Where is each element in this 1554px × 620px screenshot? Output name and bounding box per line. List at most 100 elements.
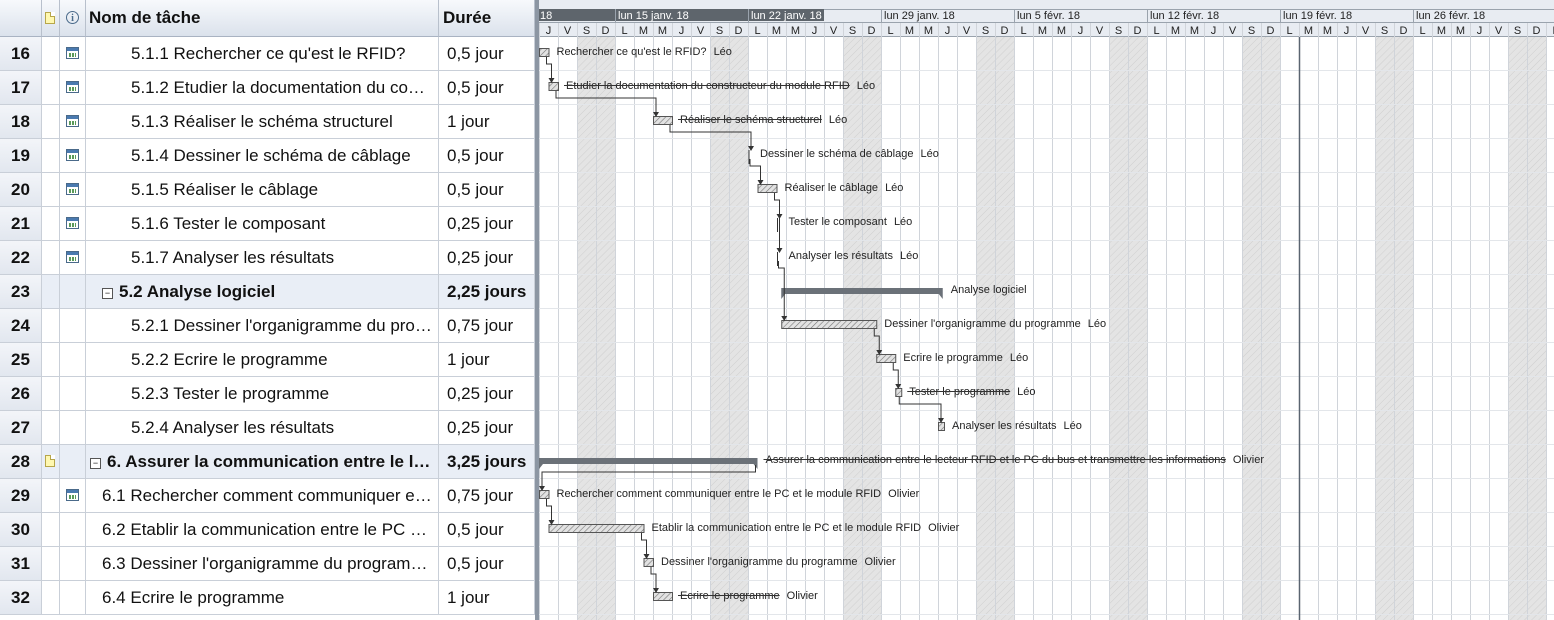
task-name-cell[interactable]: 5.1.4 Dessiner le schéma de câblage: [86, 139, 439, 172]
dependency-link: [898, 397, 942, 419]
timescale-day-label: L: [887, 25, 893, 37]
indicator-info-cell: [60, 309, 86, 342]
row-id[interactable]: 18: [0, 105, 42, 138]
indicator-note-cell: [42, 275, 60, 308]
table-row[interactable]: 17 5.1.2 Etudier la documentation du cons…: [0, 71, 535, 105]
table-row[interactable]: 25 5.2.2 Ecrire le programme 1 jour: [0, 343, 535, 377]
indicator-info-cell: [60, 547, 86, 580]
task-name-cell[interactable]: 5.2.4 Analyser les résultats: [86, 411, 439, 444]
indicator-info-cell: [60, 241, 86, 274]
table-row[interactable]: 19 5.1.4 Dessiner le schéma de câblage 0,5…: [0, 139, 535, 173]
duration-cell[interactable]: 0,5 jour: [439, 547, 535, 580]
table-row[interactable]: 26 5.2.3 Tester le programme 0,25 jour: [0, 377, 535, 411]
timescale-day-label: S: [849, 25, 856, 37]
weekend-shading: [1242, 37, 1261, 620]
duration-cell[interactable]: 0,5 jour: [439, 37, 535, 70]
column-header-duration[interactable]: Durée: [439, 0, 535, 37]
summary-bar-end-cap: [938, 294, 943, 299]
duration-cell[interactable]: 0,5 jour: [439, 173, 535, 206]
select-all-header[interactable]: [0, 0, 42, 37]
table-row[interactable]: 32 6.4 Ecrire le programme 1 jour: [0, 581, 535, 615]
task-name-wrap: 5.1.1 Rechercher ce qu'est le RFID?: [131, 37, 432, 70]
row-id[interactable]: 30: [0, 513, 42, 546]
row-id[interactable]: 16: [0, 37, 42, 70]
task-name-cell[interactable]: −5.2 Analyse logiciel: [86, 275, 439, 308]
table-row[interactable]: 20 5.1.5 Réaliser le câblage 0,5 jour: [0, 173, 535, 207]
duration-cell[interactable]: 0,75 jour: [439, 309, 535, 342]
task-name-cell[interactable]: 6.2 Etablir la communication entre le PC…: [86, 513, 439, 546]
indicator-info-cell: [60, 411, 86, 444]
table-row[interactable]: 18 5.1.3 Réaliser le schéma structurel 1 j…: [0, 105, 535, 139]
duration-cell[interactable]: 1 jour: [439, 581, 535, 614]
row-id[interactable]: 20: [0, 173, 42, 206]
indicator-info-cell: [60, 105, 86, 138]
task-name-label: 5.1.2 Etudier la documentation du constr…: [131, 78, 432, 97]
table-row[interactable]: 22 5.1.7 Analyser les résultats 0,25 jour: [0, 241, 535, 275]
task-name-cell[interactable]: 5.1.7 Analyser les résultats: [86, 241, 439, 274]
indicator-note-header[interactable]: [42, 0, 60, 37]
task-name-wrap: 6.4 Ecrire le programme: [102, 581, 432, 614]
duration-cell[interactable]: 0,25 jour: [439, 241, 535, 274]
task-name-cell[interactable]: 6.3 Dessiner l'organigramme du programme: [86, 547, 439, 580]
table-row[interactable]: 31 6.3 Dessiner l'organigramme du program…: [0, 547, 535, 581]
row-id[interactable]: 24: [0, 309, 42, 342]
duration-cell[interactable]: 0,5 jour: [439, 139, 535, 172]
table-row[interactable]: 16 5.1.1 Rechercher ce qu'est le RFID? 0,5…: [0, 37, 535, 71]
task-name-cell[interactable]: 5.2.2 Ecrire le programme: [86, 343, 439, 376]
timescale-week-label: lun 29 janv. 18: [884, 10, 955, 22]
task-name-cell[interactable]: 5.1.2 Etudier la documentation du constr…: [86, 71, 439, 104]
table-row[interactable]: 27 5.2.4 Analyser les résultats 0,25 jour: [0, 411, 535, 445]
resource-label: Léo: [829, 114, 847, 126]
column-header-task-name[interactable]: Nom de tâche: [86, 0, 439, 37]
row-id[interactable]: 32: [0, 581, 42, 614]
row-id[interactable]: 29: [0, 479, 42, 512]
task-name-wrap: −6. Assurer la communication entre le le…: [90, 445, 432, 478]
table-row[interactable]: 21 5.1.6 Tester le composant 0,25 jour: [0, 207, 535, 241]
table-row[interactable]: 29 6.1 Rechercher comment communiquer ent…: [0, 479, 535, 513]
task-name-cell[interactable]: 5.1.1 Rechercher ce qu'est le RFID?: [86, 37, 439, 70]
task-name-cell[interactable]: 5.2.3 Tester le programme: [86, 377, 439, 410]
row-id[interactable]: 17: [0, 71, 42, 104]
table-row[interactable]: 24 5.2.1 Dessiner l'organigramme du progr…: [0, 309, 535, 343]
table-row[interactable]: 23−5.2 Analyse logiciel 2,25 jours: [0, 275, 535, 309]
row-id[interactable]: 23: [0, 275, 42, 308]
collapse-toggle-icon[interactable]: −: [90, 458, 101, 469]
duration-cell[interactable]: 0,25 jour: [439, 411, 535, 444]
row-id[interactable]: 21: [0, 207, 42, 240]
task-bar-label: Tester le composant: [789, 216, 887, 228]
row-id[interactable]: 22: [0, 241, 42, 274]
duration-cell[interactable]: 1 jour: [439, 343, 535, 376]
task-bar-label: Analyse logiciel: [951, 284, 1027, 296]
task-name-cell[interactable]: 6.1 Rechercher comment communiquer entre…: [86, 479, 439, 512]
row-id[interactable]: 25: [0, 343, 42, 376]
row-id[interactable]: 28: [0, 445, 42, 478]
duration-cell[interactable]: 0,75 jour: [439, 479, 535, 512]
row-id[interactable]: 27: [0, 411, 42, 444]
indicator-info-header[interactable]: i: [60, 0, 86, 37]
table-row[interactable]: 30 6.2 Etablir la communication entre le …: [0, 513, 535, 547]
timescale-day-label: J: [945, 25, 951, 37]
duration-cell[interactable]: 0,5 jour: [439, 71, 535, 104]
timescale-week-label: lun 15 janv. 18: [618, 10, 689, 22]
duration-cell[interactable]: 1 jour: [439, 105, 535, 138]
duration-cell[interactable]: 0,25 jour: [439, 377, 535, 410]
task-name-cell[interactable]: 5.1.6 Tester le composant: [86, 207, 439, 240]
row-id[interactable]: 19: [0, 139, 42, 172]
duration-cell[interactable]: 0,5 jour: [439, 513, 535, 546]
task-name-cell[interactable]: −6. Assurer la communication entre le le…: [86, 445, 439, 478]
duration-cell[interactable]: 3,25 jours: [439, 445, 535, 478]
summary-bar: [781, 288, 943, 294]
table-row[interactable]: 28 −6. Assurer la communication entre le …: [0, 445, 535, 479]
task-name-cell[interactable]: 5.1.5 Réaliser le câblage: [86, 173, 439, 206]
row-id[interactable]: 26: [0, 377, 42, 410]
task-name-label: 5.2 Analyse logiciel: [119, 282, 276, 301]
timescale-day-label: M: [658, 25, 667, 37]
duration-cell[interactable]: 2,25 jours: [439, 275, 535, 308]
task-name-cell[interactable]: 6.4 Ecrire le programme: [86, 581, 439, 614]
duration-cell[interactable]: 0,25 jour: [439, 207, 535, 240]
task-name-cell[interactable]: 5.1.3 Réaliser le schéma structurel: [86, 105, 439, 138]
task-name-cell[interactable]: 5.2.1 Dessiner l'organigramme du program…: [86, 309, 439, 342]
task-name-wrap: 5.1.6 Tester le composant: [131, 207, 432, 240]
collapse-toggle-icon[interactable]: −: [102, 288, 113, 299]
row-id[interactable]: 31: [0, 547, 42, 580]
